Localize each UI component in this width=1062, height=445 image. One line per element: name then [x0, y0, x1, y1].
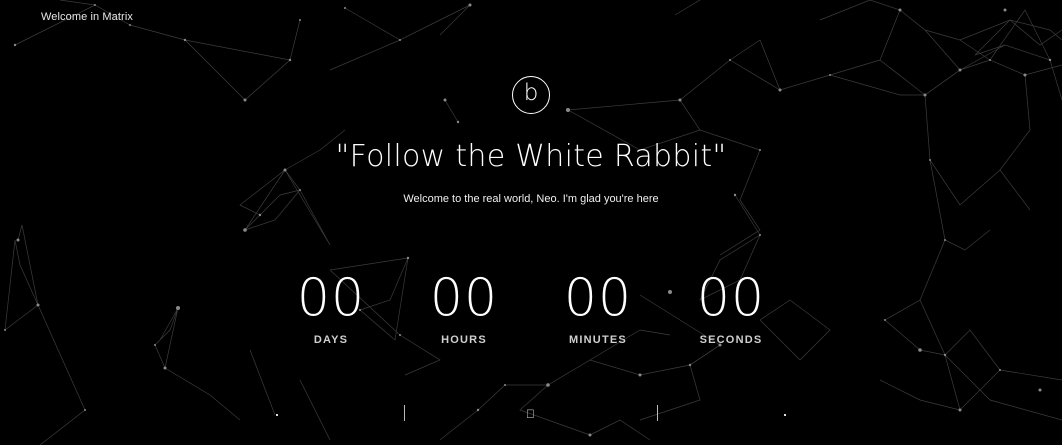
brand-logo: b	[512, 76, 550, 114]
footer-dot-right	[784, 414, 786, 416]
countdown-seconds: 00 SECONDS	[671, 268, 791, 346]
footer-dot-left	[276, 414, 278, 416]
countdown-seconds-label: SECONDS	[699, 334, 763, 346]
countdown-minutes: 00 MINUTES	[538, 268, 658, 346]
page-title: "Follow the White Rabbit"	[335, 139, 727, 174]
countdown-days: 00 DAYS	[271, 268, 391, 346]
countdown-minutes-label: MINUTES	[569, 334, 627, 346]
countdown-seconds-value: 00	[696, 268, 766, 328]
countdown-days-label: DAYS	[313, 334, 349, 346]
particle-network-background	[4, 0, 1062, 445]
countdown-minutes-value: 00	[563, 268, 633, 328]
countdown-days-value: 00	[296, 268, 366, 328]
logo-letter: b	[523, 80, 539, 106]
page-subtitle: Welcome to the real world, Neo. I'm glad…	[403, 193, 659, 205]
footer-divider-left	[404, 405, 405, 421]
apple-icon[interactable]: 	[526, 407, 535, 421]
site-name-link[interactable]: Welcome in Matrix	[41, 11, 133, 23]
footer-divider-right	[657, 405, 658, 421]
countdown-hours: 00 HOURS	[404, 268, 524, 346]
countdown-timer: 00 DAYS 00 HOURS 00 MINUTES 00 SECONDS	[0, 268, 1062, 358]
countdown-hours-label: HOURS	[441, 334, 487, 346]
countdown-hours-value: 00	[429, 268, 499, 328]
